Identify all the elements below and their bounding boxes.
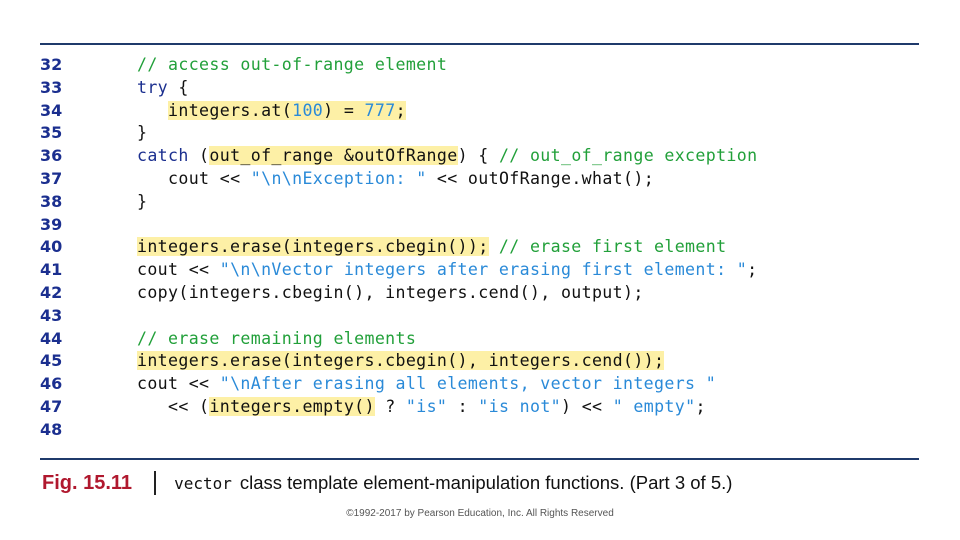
code-token: cout <<: [168, 168, 251, 188]
line-number: 36: [40, 146, 63, 166]
code-text: integers.erase(integers.cbegin(), intege…: [137, 350, 665, 373]
comment-token: // erase remaining elements: [137, 328, 417, 348]
comment-token: // access out-of-range element: [137, 55, 448, 74]
line-number: 48: [40, 419, 63, 439]
code-text: }: [137, 122, 147, 145]
line-number: 32: [40, 55, 63, 74]
literal-token: 777: [364, 100, 396, 120]
code-token: ?: [374, 396, 406, 416]
code-text: // erase remaining elements: [137, 328, 416, 351]
literal-token: " empty": [612, 396, 696, 416]
line-number: 47: [40, 396, 63, 416]
code-text: cout << "\n\nException: " << outOfRange.…: [137, 168, 654, 191]
code-text: integers.at(100) = 777;: [137, 100, 406, 123]
literal-token: 100: [292, 100, 324, 120]
code-token: copy(integers.cbegin(), integers.cend(),…: [137, 282, 644, 302]
code-text: // access out-of-range element: [137, 54, 447, 77]
code-token: << outOfRange.what();: [426, 168, 655, 188]
line-number: 46: [40, 374, 63, 394]
line-number: 44: [40, 328, 63, 348]
code-token: integers.at(: [168, 100, 293, 120]
code-token: ;: [695, 396, 706, 416]
code-text: }: [137, 191, 147, 214]
code-token: :: [447, 396, 479, 416]
code-token: ;: [395, 100, 406, 120]
literal-token: "is": [405, 396, 448, 416]
code-text: cout << "\n\nVector integers after erasi…: [137, 259, 757, 282]
line-number: 41: [40, 260, 63, 280]
literal-token: "\nAfter erasing all elements, vector in…: [219, 374, 717, 394]
bottom-rule: [40, 458, 919, 460]
code-text: try {: [137, 77, 189, 100]
literal-token: "is not": [478, 396, 562, 416]
code-token: (: [188, 146, 210, 166]
code-text: copy(integers.cbegin(), integers.cend(),…: [137, 282, 644, 305]
line-number: 35: [40, 123, 63, 143]
code-token: out_of_range &outOfRange: [209, 146, 458, 166]
keyword-token: try: [137, 77, 169, 97]
line-number: 37: [40, 168, 63, 188]
code-token: ) =: [323, 100, 365, 120]
line-number: 45: [40, 351, 63, 371]
code-text: cout << "\nAfter erasing all elements, v…: [137, 373, 716, 396]
code-token: integers.erase(integers.cbegin(), intege…: [137, 351, 665, 371]
figure-caption: Fig. 15.11 vector class template element…: [42, 469, 732, 497]
line-number: 42: [40, 282, 63, 302]
code-token: }: [137, 191, 148, 211]
code-token: cout <<: [137, 260, 220, 280]
code-text: integers.erase(integers.cbegin()); // er…: [137, 236, 726, 259]
line-number: 39: [40, 214, 63, 234]
caption-separator: [154, 471, 157, 495]
line-number: 38: [40, 191, 63, 211]
code-token: ) <<: [561, 396, 613, 416]
code-token: ) {: [457, 146, 499, 166]
code-text: << (integers.empty() ? "is" : "is not") …: [137, 396, 706, 419]
caption-text: class template element-manipulation func…: [239, 472, 733, 493]
code-text: catch (out_of_range &outOfRange) { // ou…: [137, 145, 757, 168]
keyword-token: catch: [137, 146, 189, 166]
copyright-notice: ©1992-2017 by Pearson Education, Inc. Al…: [346, 508, 614, 519]
top-rule: [40, 43, 919, 45]
comment-token: // erase first element: [498, 237, 727, 257]
line-number: 43: [40, 305, 63, 325]
code-token: integers.empty(): [209, 396, 375, 416]
caption-code-word: vector: [174, 473, 232, 493]
code-token: integers.erase(integers.cbegin());: [137, 237, 489, 257]
literal-token: "\n\nVector integers after erasing first…: [219, 260, 748, 280]
figure-label: Fig. 15.11: [42, 471, 133, 494]
line-number: 34: [40, 100, 63, 120]
line-number: 40: [40, 237, 63, 257]
code-token: cout <<: [137, 374, 220, 394]
code-token: }: [137, 123, 148, 143]
line-number: 33: [40, 77, 63, 97]
code-token: << (: [168, 396, 210, 416]
literal-token: "\n\nException: ": [250, 168, 427, 188]
comment-token: // out_of_range exception: [498, 146, 758, 166]
code-token: {: [168, 77, 189, 97]
code-token: ;: [747, 260, 758, 280]
